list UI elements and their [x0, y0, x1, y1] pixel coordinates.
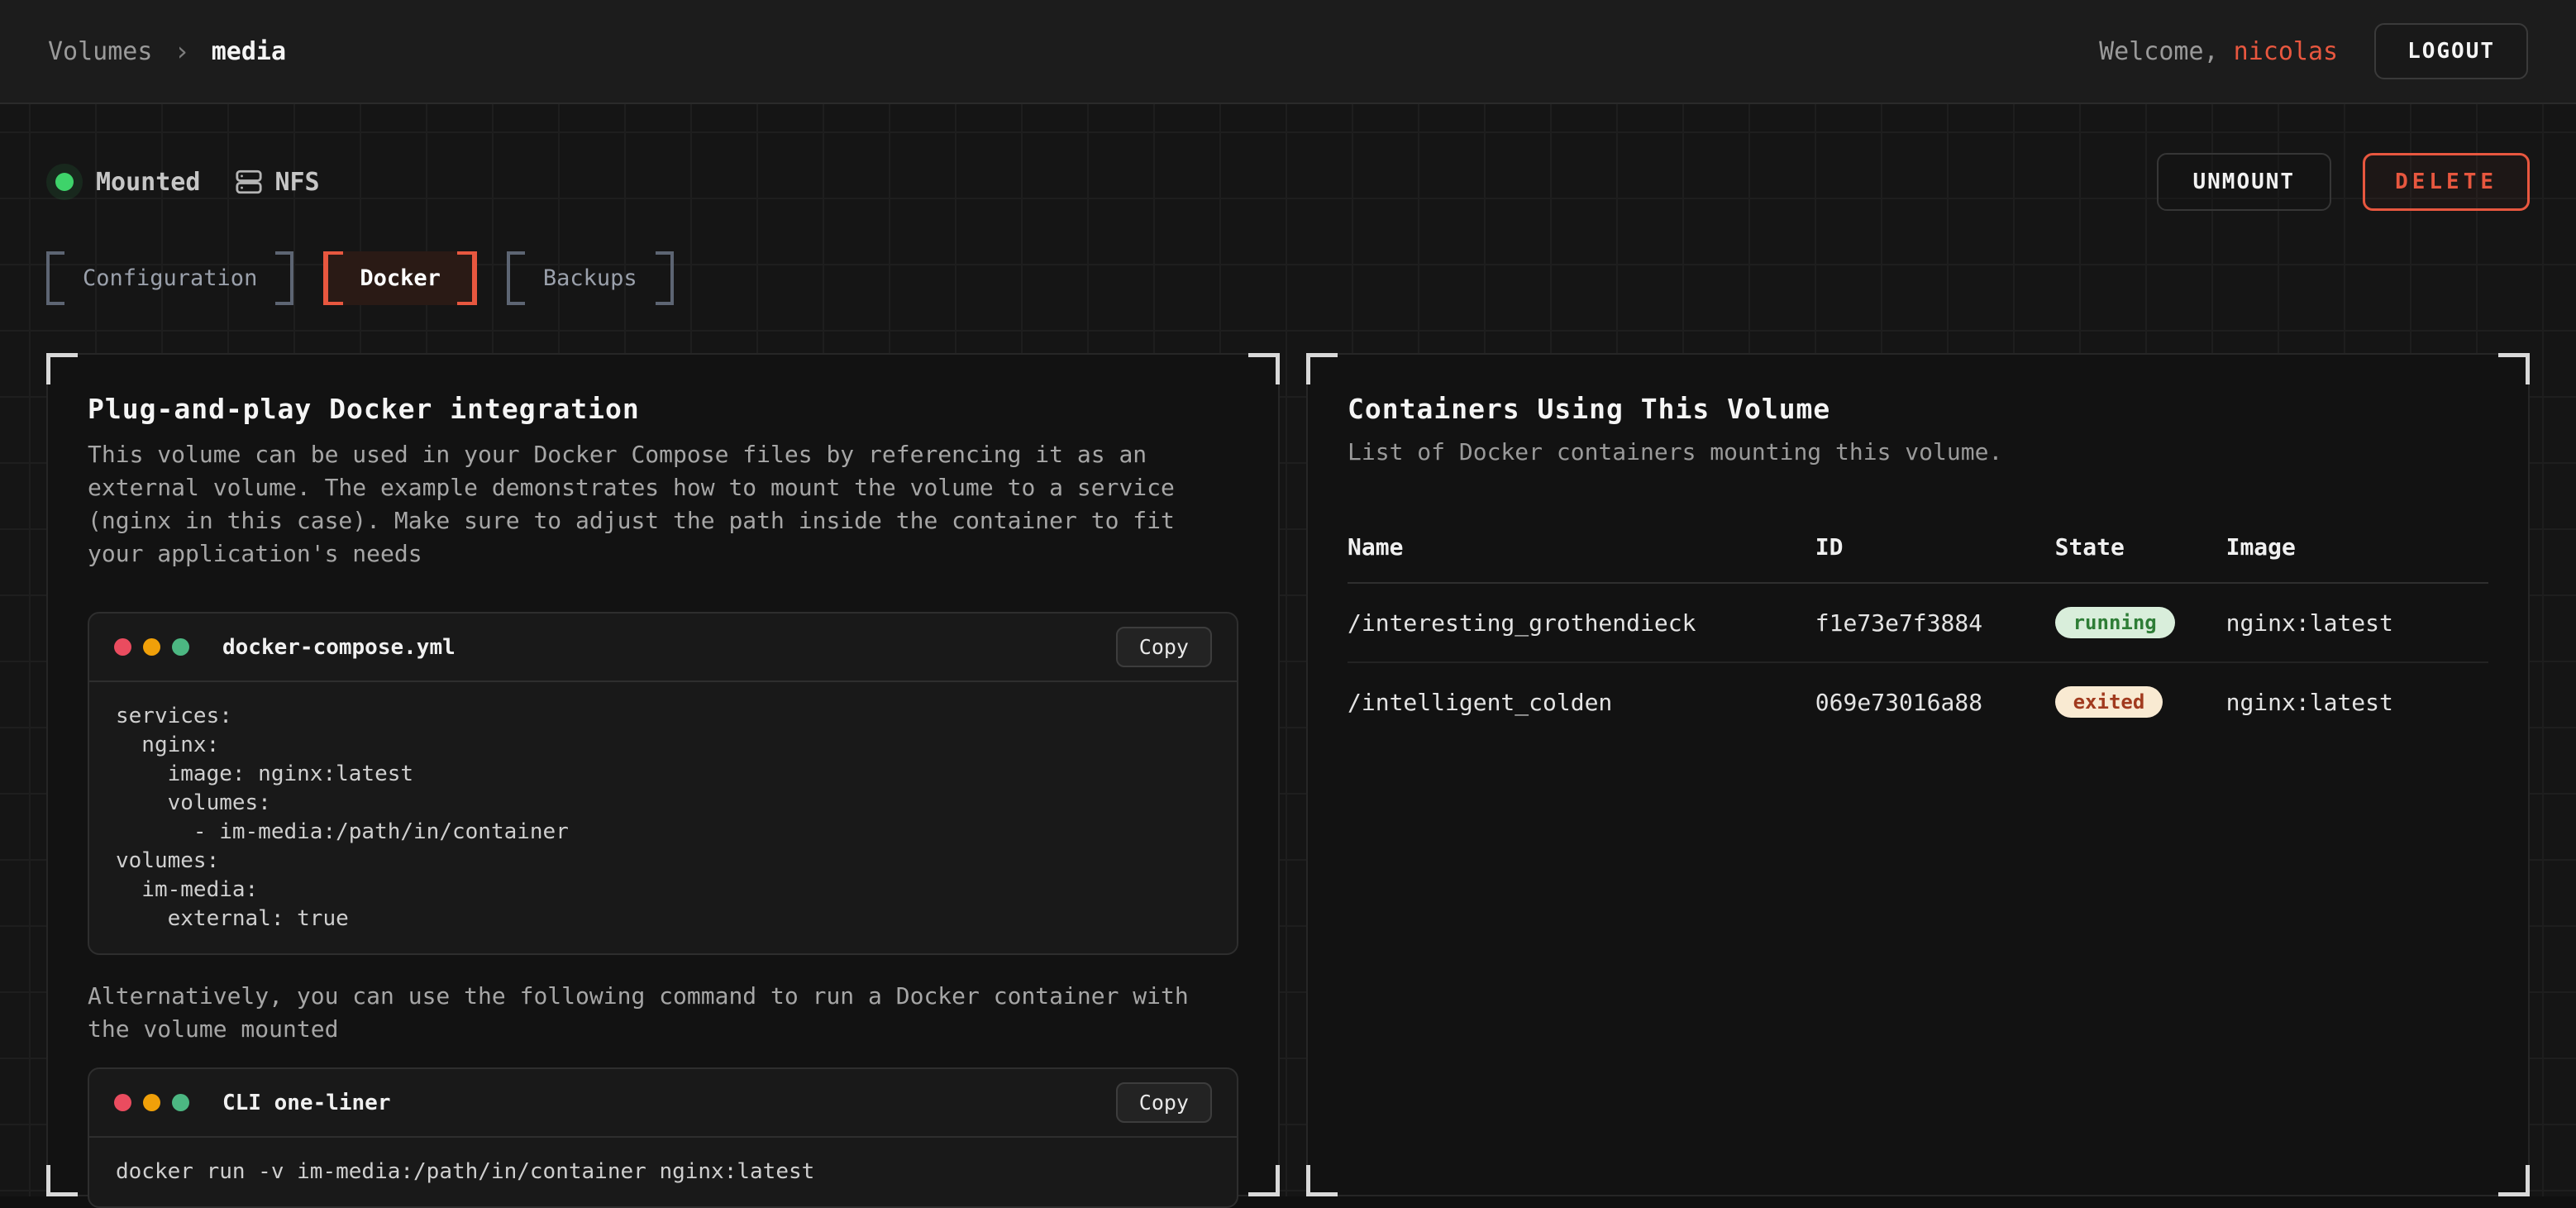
window-dot-amber-icon — [143, 1094, 160, 1111]
window-dot-green-icon — [172, 638, 189, 656]
mounted-status-label: Mounted — [96, 168, 200, 197]
tab-backups[interactable]: Backups — [507, 251, 674, 305]
delete-button[interactable]: DELETE — [2363, 153, 2530, 211]
column-header-name: Name — [1348, 518, 1815, 583]
container-name: /interesting_grothendieck — [1348, 583, 1815, 662]
corner-mark-icon — [2498, 1165, 2530, 1196]
tab-configuration[interactable]: Configuration — [46, 251, 293, 305]
window-dot-green-icon — [172, 1094, 189, 1111]
docker-panel-description: This volume can be used in your Docker C… — [88, 438, 1212, 571]
compose-filename: docker-compose.yml — [222, 635, 456, 660]
compose-code-content: services: nginx: image: nginx:latest vol… — [89, 682, 1237, 953]
status-row: Mounted NFS UNMOUNT DELETE — [46, 152, 2530, 212]
server-icon — [235, 168, 263, 196]
volume-actions: UNMOUNT DELETE — [2157, 153, 2531, 211]
corner-mark-icon — [1248, 353, 1280, 384]
containers-panel-title: Containers Using This Volume — [1348, 393, 2488, 425]
unmount-button[interactable]: UNMOUNT — [2157, 153, 2332, 211]
container-image: nginx:latest — [2226, 583, 2488, 662]
compose-code-block: docker-compose.yml Copy services: nginx:… — [88, 612, 1238, 955]
cli-code-content: docker run -v im-media:/path/in/containe… — [89, 1138, 1237, 1206]
corner-mark-icon — [1248, 1165, 1280, 1196]
containers-panel: Containers Using This Volume List of Doc… — [1306, 353, 2530, 1196]
cli-intro-text: Alternatively, you can use the following… — [88, 980, 1212, 1046]
table-row: /interesting_grothendieck f1e73e7f3884 r… — [1348, 583, 2488, 662]
corner-mark-icon — [1306, 353, 1338, 384]
compose-copy-button[interactable]: Copy — [1116, 627, 1212, 667]
container-id: f1e73e7f3884 — [1815, 583, 2055, 662]
chevron-right-icon: › — [174, 36, 189, 67]
welcome-text: Welcome, nicolas — [2099, 37, 2338, 66]
volume-status: Mounted NFS — [46, 164, 320, 200]
docker-panel-title: Plug-and-play Docker integration — [88, 393, 1238, 425]
window-dot-red-icon — [114, 638, 131, 656]
top-bar: Volumes › media Welcome, nicolas LOGOUT — [0, 0, 2576, 104]
column-header-state: State — [2055, 518, 2226, 583]
cli-code-block: CLI one-liner Copy docker run -v im-medi… — [88, 1067, 1238, 1208]
status-badge: exited — [2055, 686, 2163, 718]
topbar-right: Welcome, nicolas LOGOUT — [2099, 23, 2528, 79]
docker-integration-panel: Plug-and-play Docker integration This vo… — [46, 353, 1280, 1196]
fs-type-label: NFS — [274, 168, 319, 197]
green-dot-icon — [55, 173, 74, 191]
main-content: Mounted NFS UNMOUNT DELETE Configuratio — [0, 104, 2576, 1196]
corner-mark-icon — [1306, 1165, 1338, 1196]
tab-docker[interactable]: Docker — [323, 251, 477, 305]
corner-mark-icon — [46, 1165, 78, 1196]
welcome-prefix: Welcome, — [2099, 37, 2234, 66]
breadcrumb-current-volume: media — [212, 37, 286, 66]
containers-table: Name ID State Image /interesting_grothen… — [1348, 518, 2488, 741]
window-dots — [114, 638, 189, 656]
column-header-image: Image — [2226, 518, 2488, 583]
container-name: /intelligent_colden — [1348, 662, 1815, 741]
table-row: /intelligent_colden 069e73016a88 exited … — [1348, 662, 2488, 741]
container-image: nginx:latest — [2226, 662, 2488, 741]
corner-mark-icon — [2498, 353, 2530, 384]
cli-title: CLI one-liner — [222, 1091, 391, 1115]
container-id: 069e73016a88 — [1815, 662, 2055, 741]
containers-panel-subtitle: List of Docker containers mounting this … — [1348, 438, 2488, 466]
status-badge: running — [2055, 607, 2175, 638]
breadcrumb-volumes-link[interactable]: Volumes — [48, 37, 152, 66]
window-dots — [114, 1094, 189, 1111]
mounted-status-icon — [46, 164, 83, 200]
filesystem-type: NFS — [235, 168, 319, 197]
logout-button[interactable]: LOGOUT — [2374, 23, 2528, 79]
column-header-id: ID — [1815, 518, 2055, 583]
panels-row: Plug-and-play Docker integration This vo… — [46, 353, 2530, 1196]
username: nicolas — [2234, 37, 2338, 66]
cli-code-header: CLI one-liner Copy — [89, 1069, 1237, 1138]
volume-detail-page: Volumes › media Welcome, nicolas LOGOUT … — [0, 0, 2576, 1194]
window-dot-red-icon — [114, 1094, 131, 1111]
tab-bar: Configuration Docker Backups — [46, 251, 2530, 305]
corner-mark-icon — [46, 353, 78, 384]
cli-copy-button[interactable]: Copy — [1116, 1082, 1212, 1123]
compose-code-header: docker-compose.yml Copy — [89, 614, 1237, 682]
containers-table-header-row: Name ID State Image — [1348, 518, 2488, 583]
breadcrumb: Volumes › media — [48, 36, 286, 67]
window-dot-amber-icon — [143, 638, 160, 656]
